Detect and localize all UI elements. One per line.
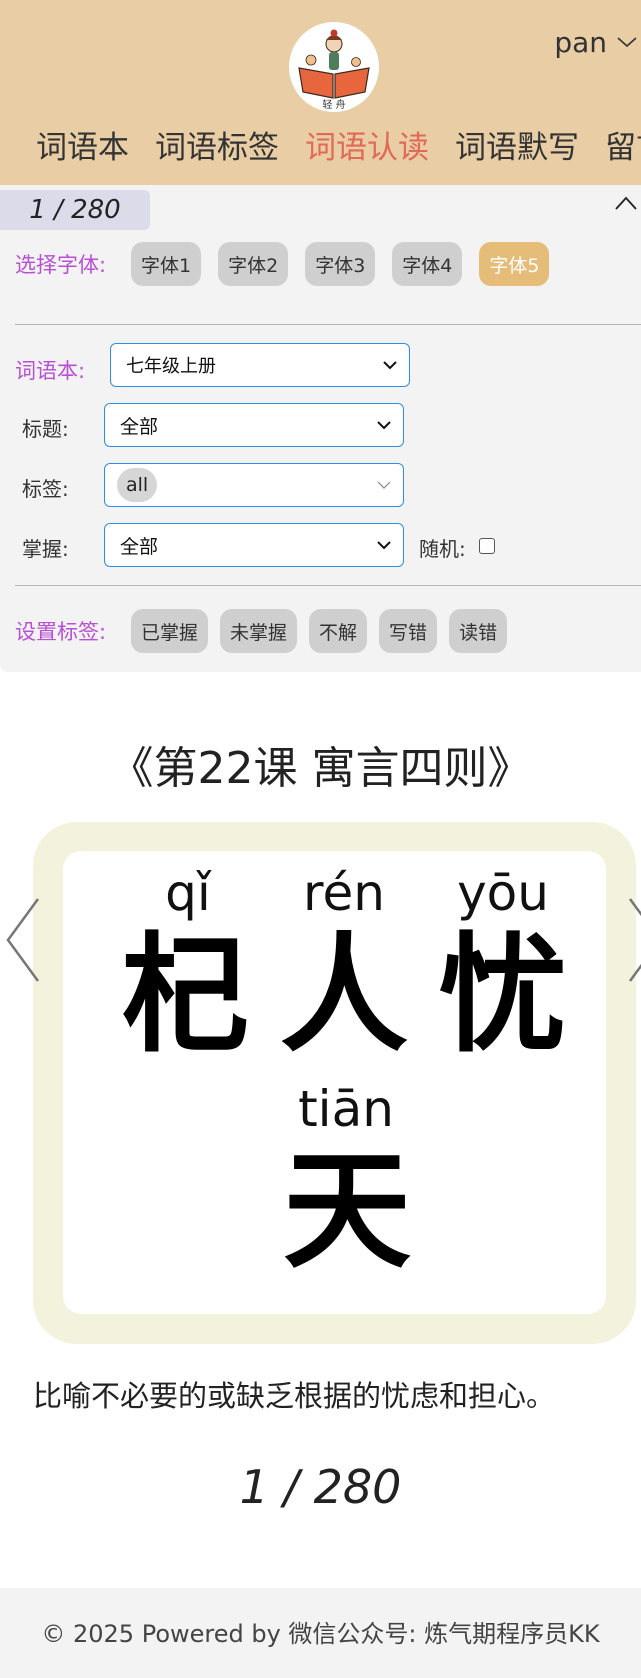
prev-button[interactable]: [2, 895, 42, 985]
pinyin: yōu: [457, 864, 549, 922]
pinyin: qǐ: [165, 864, 211, 922]
logo-illustration: 轻 舟: [289, 22, 379, 112]
lesson-title: 《第22课 寓言四则》: [109, 743, 532, 794]
hanzi: 杞: [120, 920, 249, 1070]
word-definition: 比喻不必要的或缺乏根据的忧虑和担心。: [33, 1379, 556, 1413]
random-checkbox[interactable]: [479, 538, 495, 554]
chevron-down-icon: [617, 37, 637, 48]
logo-text: 轻 舟: [322, 98, 345, 111]
app-logo[interactable]: 轻 舟: [289, 22, 379, 112]
font-label: 选择字体:: [15, 253, 107, 277]
pinyin: tiān: [298, 1080, 394, 1138]
chevron-right-icon: [628, 898, 641, 982]
font-option-chip[interactable]: 字体2: [218, 242, 289, 286]
tag-select[interactable]: all: [104, 463, 404, 507]
wordbook-label: 词语本:: [15, 359, 86, 383]
hanzi: 忧: [438, 920, 567, 1070]
divider: [15, 324, 641, 325]
main-nav: 词语本词语标签词语认读词语默写留言: [36, 125, 641, 171]
font-select-row: 选择字体: 字体1 字体2 字体3 字体4 字体5: [15, 240, 550, 288]
font-option-chip[interactable]: 字体1: [131, 242, 202, 286]
title-select[interactable]: 全部: [104, 403, 404, 447]
collapse-panel-button[interactable]: [613, 191, 639, 217]
progress-counter-badge: 1 / 280: [0, 190, 150, 230]
nav-item[interactable]: 词语认读: [305, 125, 429, 171]
set-tag-chip[interactable]: 写错: [379, 609, 438, 653]
mastery-value: 全部: [120, 535, 159, 558]
font-option-chip[interactable]: 字体5: [479, 242, 550, 286]
set-tag-chip[interactable]: 不解: [309, 609, 368, 653]
footer: © 2025 Powered by 微信公众号: 炼气期程序员KK: [0, 1588, 641, 1678]
title-value: 全部: [120, 415, 159, 438]
mastery-select[interactable]: 全部: [104, 523, 404, 567]
wordbook-select[interactable]: 七年级上册: [110, 343, 410, 387]
set-tag-chip[interactable]: 已掌握: [131, 609, 209, 653]
footer-text: © 2025 Powered by 微信公众号: 炼气期程序员KK: [41, 1620, 600, 1648]
pinyin: rén: [303, 864, 385, 922]
app-header: 轻 舟 pan 词语本词语标签词语认读词语默写留言: [0, 0, 641, 185]
set-tag-chip[interactable]: 未掌握: [220, 609, 298, 653]
mastery-label: 掌握:: [22, 537, 69, 561]
set-tag-chip[interactable]: 读错: [449, 609, 508, 653]
title-label: 标题:: [22, 417, 69, 441]
nav-item[interactable]: 词语本: [36, 125, 129, 171]
settings-panel: 1 / 280 选择字体: 字体1 字体2 字体3 字体4 字体5 词语本: 七年级上册…: [0, 185, 641, 672]
nav-item[interactable]: 留言: [605, 125, 641, 171]
tag-pill[interactable]: all: [117, 468, 158, 502]
set-tag-chips: 已掌握 未掌握 不解 写错 读错: [131, 609, 508, 653]
nav-item[interactable]: 词语默写: [455, 125, 579, 171]
chevron-down-icon: [377, 421, 391, 430]
hanzi: 天: [282, 1136, 411, 1286]
font-chips: 字体1 字体2 字体3 字体4 字体5: [131, 242, 550, 286]
font-option-chip[interactable]: 字体3: [305, 242, 376, 286]
chevron-down-icon: [377, 481, 391, 489]
next-button[interactable]: [626, 895, 641, 985]
tag-label: 标签:: [22, 477, 69, 501]
set-tag-label: 设置标签:: [15, 620, 107, 644]
chevron-down-icon: [377, 541, 391, 550]
random-label: 随机:: [419, 537, 466, 561]
user-menu[interactable]: pan: [554, 24, 641, 60]
chevron-left-icon: [6, 898, 40, 982]
page-counter: 1 / 280: [239, 1460, 402, 1514]
set-tag-row: 设置标签: 已掌握 未掌握 不解 写错 读错: [15, 607, 508, 655]
chevron-down-icon: [383, 361, 397, 370]
user-name: pan: [554, 25, 607, 59]
nav-item[interactable]: 词语标签: [155, 125, 279, 171]
divider: [15, 585, 641, 586]
wordbook-value: 七年级上册: [126, 356, 216, 377]
font-option-chip[interactable]: 字体4: [392, 242, 463, 286]
hanzi: 人: [279, 920, 408, 1070]
chevron-up-icon: [615, 196, 637, 210]
